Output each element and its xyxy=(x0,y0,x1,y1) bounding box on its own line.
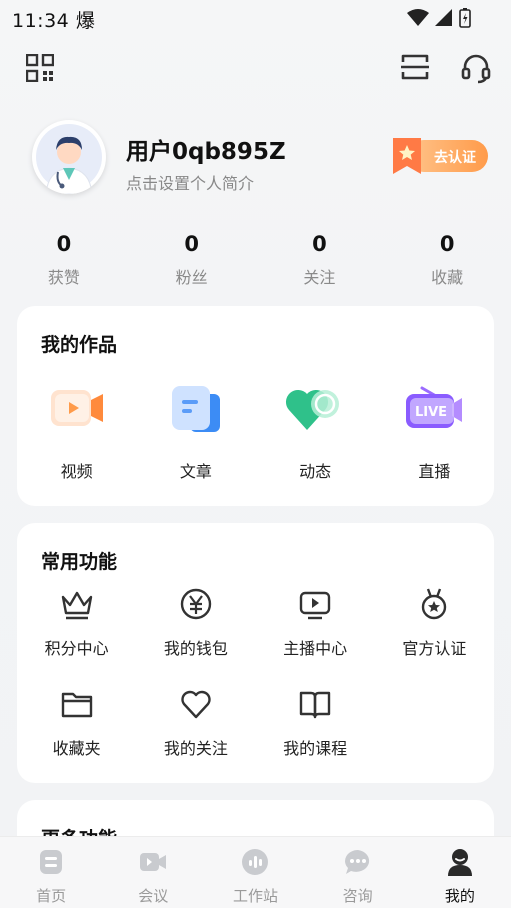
medal-icon xyxy=(422,588,447,620)
play-screen-icon xyxy=(299,591,331,620)
doctor-avatar-icon xyxy=(36,124,102,194)
functions-grid: 积分中心 我的钱包 主播中心 官方认证 收藏夹 我的关注 我的课程 xyxy=(17,587,494,787)
nav-label: 我的 xyxy=(444,887,475,905)
headset-icon[interactable] xyxy=(460,52,492,84)
func-label: 官方认证 xyxy=(402,639,467,658)
nav-mine[interactable]: 我的 xyxy=(409,837,511,908)
status-time: 11:34 爆 xyxy=(12,10,96,32)
folder-icon xyxy=(61,692,92,718)
nav-consult[interactable]: 咨询 xyxy=(307,837,409,908)
verify-label: 去认证 xyxy=(434,150,476,166)
stat-label: 关注 xyxy=(303,268,336,287)
func-label: 主播中心 xyxy=(283,639,348,658)
moments-heart-icon xyxy=(286,389,340,430)
profile-header: 用户0qb895Z 点击设置个人简介 去认证 xyxy=(0,118,511,198)
work-label: 视频 xyxy=(60,462,93,481)
qr-code-icon[interactable] xyxy=(26,54,54,82)
article-icon xyxy=(171,386,220,432)
stat-value: 0 xyxy=(184,232,199,256)
my-works-card: 我的作品 视频 文章 动态 LIVE 直播 xyxy=(17,306,494,506)
workstation-icon xyxy=(242,849,269,875)
stat-favorites[interactable]: 0 收藏 xyxy=(383,232,511,292)
profile-screen: 11:34 爆 用户0qb895Z 点击设置个人简介 去认证 0 获赞 0 粉丝… xyxy=(0,0,511,908)
wifi-icon xyxy=(407,9,429,26)
book-icon xyxy=(299,691,331,719)
top-bar xyxy=(0,48,511,88)
nav-label: 工作站 xyxy=(232,887,278,905)
work-label: 动态 xyxy=(299,462,332,481)
video-icon xyxy=(50,390,103,426)
stat-value: 0 xyxy=(312,232,327,256)
stat-value: 0 xyxy=(56,232,72,256)
func-label: 积分中心 xyxy=(44,639,109,658)
bottom-nav: 首页 会议 工作站 咨询 我的 xyxy=(0,836,511,908)
yen-coin-icon xyxy=(180,588,212,620)
battery-icon xyxy=(459,8,471,28)
func-points-center[interactable]: 积分中心 xyxy=(17,587,136,687)
nav-label: 咨询 xyxy=(342,887,373,905)
stat-label: 粉丝 xyxy=(175,268,208,287)
stat-value: 0 xyxy=(439,232,455,256)
work-item-article[interactable]: 文章 xyxy=(136,376,255,482)
chat-icon xyxy=(344,850,369,874)
scan-icon[interactable] xyxy=(400,52,430,82)
nav-label: 会议 xyxy=(138,887,169,905)
meeting-camera-icon xyxy=(140,853,167,871)
section-title: 我的作品 xyxy=(41,334,118,356)
work-item-live[interactable]: LIVE 直播 xyxy=(375,376,494,482)
works-grid: 视频 文章 动态 LIVE 直播 xyxy=(17,376,494,482)
star-flag-icon xyxy=(393,138,421,174)
nav-label: 首页 xyxy=(36,887,67,905)
nav-workstation[interactable]: 工作站 xyxy=(204,837,306,908)
func-streamer-center[interactable]: 主播中心 xyxy=(256,587,375,687)
work-item-moments[interactable]: 动态 xyxy=(256,376,375,482)
status-bar: 11:34 爆 xyxy=(0,0,511,36)
home-icon xyxy=(40,850,63,874)
common-functions-card: 常用功能 积分中心 我的钱包 主播中心 官方认证 收藏夹 我的关注 我的课程 xyxy=(17,523,494,783)
stat-likes[interactable]: 0 获赞 xyxy=(0,232,128,292)
stat-following[interactable]: 0 关注 xyxy=(256,232,384,292)
profile-icon xyxy=(447,849,472,876)
func-my-following[interactable]: 我的关注 xyxy=(136,687,255,787)
work-item-video[interactable]: 视频 xyxy=(17,376,136,482)
avatar[interactable] xyxy=(32,120,106,194)
live-icon: LIVE xyxy=(406,386,463,428)
func-favorites-folder[interactable]: 收藏夹 xyxy=(17,687,136,787)
func-label: 我的课程 xyxy=(283,739,348,758)
status-icons xyxy=(407,8,471,28)
stat-label: 收藏 xyxy=(431,268,464,287)
nav-meeting[interactable]: 会议 xyxy=(102,837,204,908)
stats-row: 0 获赞 0 粉丝 0 关注 0 收藏 xyxy=(0,232,511,292)
signal-icon xyxy=(435,9,452,26)
work-label: 直播 xyxy=(418,462,451,481)
func-wallet[interactable]: 我的钱包 xyxy=(136,587,255,687)
func-label: 收藏夹 xyxy=(52,739,101,758)
func-my-courses[interactable]: 我的课程 xyxy=(256,687,375,787)
bio-hint[interactable]: 点击设置个人简介 xyxy=(126,170,254,194)
work-label: 文章 xyxy=(179,462,212,481)
username[interactable]: 用户0qb895Z xyxy=(126,132,286,166)
func-label: 我的关注 xyxy=(163,739,228,758)
crown-icon xyxy=(61,591,92,620)
stat-fans[interactable]: 0 粉丝 xyxy=(128,232,256,292)
live-badge-text: LIVE xyxy=(415,405,447,420)
stat-label: 获赞 xyxy=(47,268,80,287)
section-title: 常用功能 xyxy=(41,551,118,573)
func-official-verify[interactable]: 官方认证 xyxy=(375,587,494,687)
func-label: 我的钱包 xyxy=(163,639,228,658)
verify-button[interactable]: 去认证 xyxy=(386,136,490,180)
nav-home[interactable]: 首页 xyxy=(0,837,102,908)
heart-icon xyxy=(181,690,211,719)
